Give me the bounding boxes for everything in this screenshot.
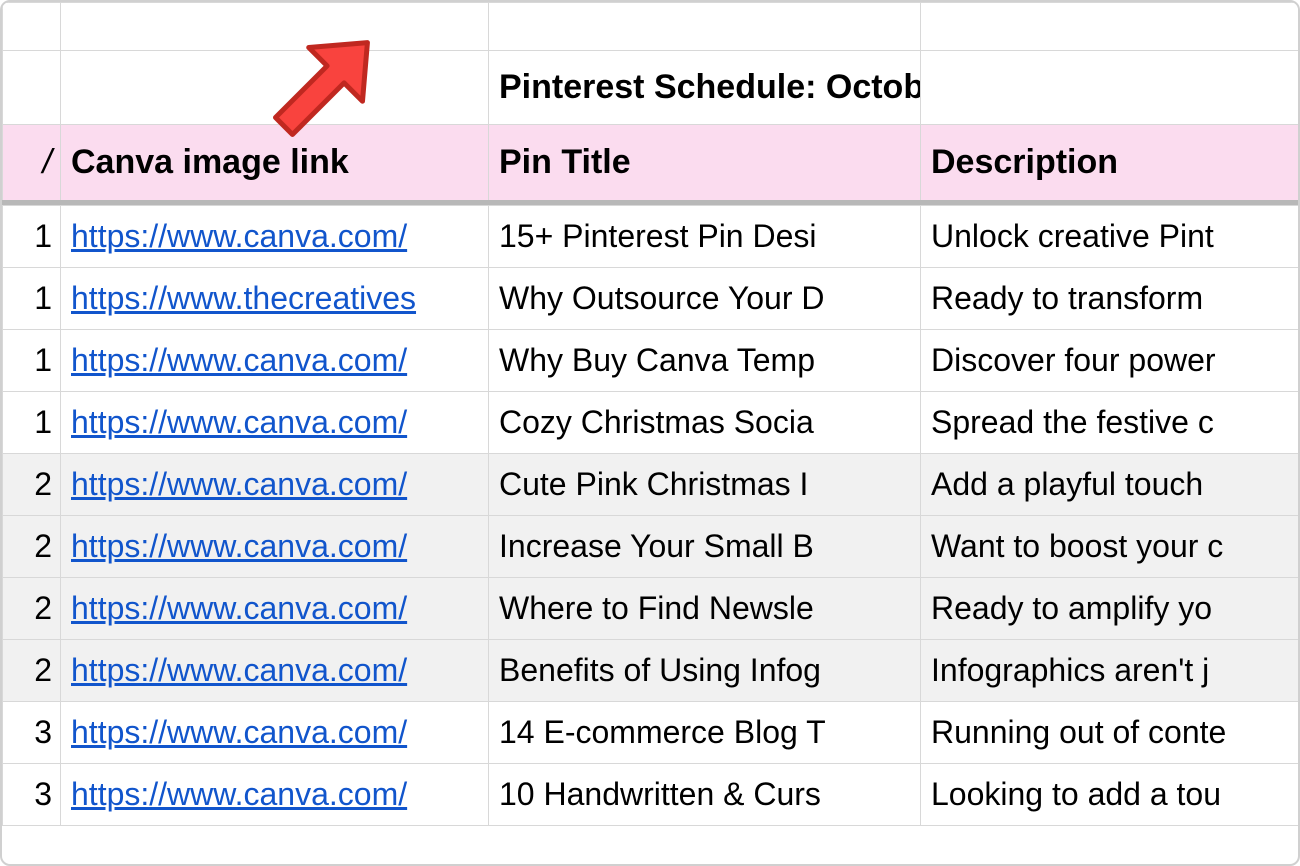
- canva-link-cell[interactable]: https://www.canva.com/: [61, 578, 489, 640]
- row-number-cell[interactable]: 1: [3, 206, 61, 268]
- canva-link[interactable]: https://www.canva.com/: [71, 528, 407, 564]
- canva-link[interactable]: https://www.canva.com/: [71, 714, 407, 750]
- row-number-cell[interactable]: 2: [3, 578, 61, 640]
- description-cell[interactable]: Want to boost your c: [921, 516, 1300, 578]
- pin-title-cell[interactable]: Where to Find Newsle: [489, 578, 921, 640]
- canva-link[interactable]: https://www.canva.com/: [71, 590, 407, 626]
- description-cell[interactable]: Ready to transform: [921, 268, 1300, 330]
- cell[interactable]: [61, 3, 489, 51]
- canva-link-cell[interactable]: https://www.canva.com/: [61, 454, 489, 516]
- canva-link[interactable]: https://www.canva.com/: [71, 466, 407, 502]
- row-number-cell[interactable]: 2: [3, 516, 61, 578]
- canva-link-cell[interactable]: https://www.canva.com/: [61, 330, 489, 392]
- cell[interactable]: [3, 51, 61, 125]
- row-number-cell[interactable]: 2: [3, 454, 61, 516]
- row-number-cell[interactable]: 1: [3, 330, 61, 392]
- canva-link-cell[interactable]: https://www.canva.com/: [61, 640, 489, 702]
- description-cell[interactable]: Ready to amplify yo: [921, 578, 1300, 640]
- canva-link-cell[interactable]: https://www.canva.com/: [61, 392, 489, 454]
- description-cell[interactable]: Add a playful touch: [921, 454, 1300, 516]
- canva-link[interactable]: https://www.canva.com/: [71, 342, 407, 378]
- pin-title-cell[interactable]: Benefits of Using Infog: [489, 640, 921, 702]
- pin-title-cell[interactable]: Why Buy Canva Temp: [489, 330, 921, 392]
- canva-link-cell[interactable]: https://www.canva.com/: [61, 206, 489, 268]
- description-cell[interactable]: Discover four power: [921, 330, 1300, 392]
- row-number-cell[interactable]: 3: [3, 764, 61, 826]
- header-pin-title[interactable]: Pin Title: [489, 125, 921, 203]
- header-col-num[interactable]: /: [3, 125, 61, 203]
- description-cell[interactable]: Infographics aren't j: [921, 640, 1300, 702]
- row-number-cell[interactable]: 2: [3, 640, 61, 702]
- table-row: 2 https://www.canva.com/Benefits of Using…: [3, 640, 1300, 702]
- pin-title-cell[interactable]: Increase Your Small B: [489, 516, 921, 578]
- cell[interactable]: [921, 51, 1300, 125]
- table-row: 2 https://www.canva.com/Increase Your Sma…: [3, 516, 1300, 578]
- canva-link-cell[interactable]: https://www.canva.com/: [61, 764, 489, 826]
- row-number-cell[interactable]: 1: [3, 268, 61, 330]
- cell[interactable]: [921, 3, 1300, 51]
- table-row: 1 https://www.canva.com/Cozy Christmas So…: [3, 392, 1300, 454]
- cell[interactable]: [3, 3, 61, 51]
- table-row: 2 https://www.canva.com/Where to Find New…: [3, 578, 1300, 640]
- pin-title-cell[interactable]: Cute Pink Christmas I: [489, 454, 921, 516]
- table-row: 3 https://www.canva.com/10 Handwritten & …: [3, 764, 1300, 826]
- row-number-cell[interactable]: 1: [3, 392, 61, 454]
- table-row: 1 https://www.canva.com/15+ Pinterest Pin…: [3, 206, 1300, 268]
- table-row: 1 https://www.thecreatives Why Outsource Y…: [3, 268, 1300, 330]
- table-row: 3 https://www.canva.com/14 E-commerce Blo…: [3, 702, 1300, 764]
- table-row: 2 https://www.canva.com/Cute Pink Christm…: [3, 454, 1300, 516]
- description-cell[interactable]: Spread the festive c: [921, 392, 1300, 454]
- canva-link[interactable]: https://www.canva.com/: [71, 652, 407, 688]
- sheet-title-cell[interactable]: Pinterest Schedule: October: [489, 51, 921, 125]
- cell[interactable]: [61, 51, 489, 125]
- data-rows: 1 https://www.canva.com/15+ Pinterest Pin…: [2, 205, 1300, 826]
- canva-link[interactable]: https://www.canva.com/: [71, 218, 407, 254]
- row-number-cell[interactable]: 3: [3, 702, 61, 764]
- canva-link[interactable]: https://www.thecreatives: [71, 280, 416, 316]
- cell[interactable]: [489, 3, 921, 51]
- spreadsheet-table: Pinterest Schedule: October / Canva imag…: [2, 2, 1300, 205]
- table-row: 1 https://www.canva.com/Why Buy Canva Tem…: [3, 330, 1300, 392]
- canva-link-cell[interactable]: https://www.canva.com/: [61, 702, 489, 764]
- canva-link-cell[interactable]: https://www.thecreatives: [61, 268, 489, 330]
- canva-link[interactable]: https://www.canva.com/: [71, 404, 407, 440]
- header-row: / Canva image link Pin Title Description: [3, 125, 1300, 203]
- canva-link[interactable]: https://www.canva.com/: [71, 776, 407, 812]
- pin-title-cell[interactable]: 10 Handwritten & Curs: [489, 764, 921, 826]
- pin-title-cell[interactable]: 14 E-commerce Blog T: [489, 702, 921, 764]
- pin-title-cell[interactable]: Why Outsource Your D: [489, 268, 921, 330]
- description-cell[interactable]: Looking to add a tou: [921, 764, 1300, 826]
- canva-link-cell[interactable]: https://www.canva.com/: [61, 516, 489, 578]
- title-row: Pinterest Schedule: October: [3, 51, 1300, 125]
- description-cell[interactable]: Running out of conte: [921, 702, 1300, 764]
- blank-row: [3, 3, 1300, 51]
- header-description[interactable]: Description: [921, 125, 1300, 203]
- header-canva-link[interactable]: Canva image link: [61, 125, 489, 203]
- description-cell[interactable]: Unlock creative Pint: [921, 206, 1300, 268]
- spreadsheet: Pinterest Schedule: October / Canva imag…: [0, 0, 1300, 866]
- pin-title-cell[interactable]: 15+ Pinterest Pin Desi: [489, 206, 921, 268]
- pin-title-cell[interactable]: Cozy Christmas Socia: [489, 392, 921, 454]
